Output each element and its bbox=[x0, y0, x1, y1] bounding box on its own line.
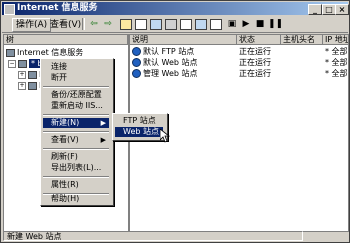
title-bar[interactable]: Internet 信息服务 _ □ × bbox=[2, 2, 349, 15]
menu-item-properties[interactable]: 属性(R) bbox=[43, 180, 109, 190]
column-header[interactable]: 主机头名 bbox=[281, 35, 323, 45]
submenu-arrow-icon: ▶ bbox=[100, 136, 106, 144]
tree-root-label: Internet 信息服务 bbox=[17, 48, 84, 57]
site-icon bbox=[132, 47, 141, 56]
site-icon bbox=[132, 69, 141, 78]
delete-icon[interactable] bbox=[165, 19, 177, 30]
menu-item-export[interactable]: 导出列表(L)... bbox=[43, 163, 109, 173]
refresh-icon[interactable] bbox=[195, 19, 207, 30]
column-header[interactable]: 说明 bbox=[130, 35, 237, 45]
minimize-button[interactable]: _ bbox=[308, 4, 322, 15]
menu-item-connect[interactable]: 连接 bbox=[43, 62, 109, 72]
show-tree-icon[interactable] bbox=[135, 19, 147, 30]
toolbar: 操作(A) 查看(V) ⇦ ⇨ ▣ ▶ ■ ❚❚ bbox=[2, 16, 348, 33]
close-button[interactable]: × bbox=[335, 4, 349, 15]
menu-item-restart[interactable]: 重新启动 IIS... bbox=[43, 101, 109, 111]
list-row-name[interactable]: 默认 FTP 站点 bbox=[132, 47, 236, 57]
menu-item-web-site[interactable]: Web 站点 bbox=[115, 127, 163, 137]
iis-icon bbox=[6, 48, 15, 57]
tree-header: 树 bbox=[4, 35, 128, 45]
collapse-icon[interactable]: − bbox=[8, 59, 16, 68]
list-row-ip: * 全部 bbox=[325, 69, 348, 78]
stop-icon[interactable]: ■ bbox=[254, 18, 266, 30]
mouse-cursor-icon bbox=[160, 129, 170, 143]
site-icon bbox=[132, 58, 141, 67]
view-menu[interactable]: 查看(V) bbox=[46, 18, 85, 32]
expand-icon[interactable]: + bbox=[18, 81, 26, 90]
list-row-status: 正在运行 bbox=[239, 58, 271, 67]
context-menu: 连接 断开 备份/还原配置 重新启动 IIS... 新建(N) ▶ 查看(V) ▶ … bbox=[40, 58, 114, 206]
menu-separator bbox=[43, 131, 109, 133]
menu-item-refresh[interactable]: 刷新(F) bbox=[43, 152, 109, 162]
menu-item-view[interactable]: 查看(V) ▶ bbox=[43, 135, 109, 145]
menu-item-backup[interactable]: 备份/还原配置 bbox=[43, 90, 109, 100]
list-row-status: 正在运行 bbox=[239, 69, 271, 78]
list-row-host bbox=[283, 69, 323, 79]
play-icon[interactable]: ▶ bbox=[240, 18, 252, 30]
app-icon bbox=[4, 4, 15, 15]
expand-icon[interactable]: + bbox=[18, 70, 26, 79]
pause-icon[interactable]: ❚❚ bbox=[268, 18, 283, 30]
menu-item-new[interactable]: 新建(N) ▶ bbox=[43, 118, 109, 128]
export-icon[interactable] bbox=[150, 19, 162, 30]
list-row-host bbox=[283, 58, 323, 68]
list-row-ip: * 全部 bbox=[325, 58, 348, 67]
folder-icon bbox=[28, 70, 37, 79]
up-folder-icon[interactable] bbox=[120, 19, 132, 30]
menu-separator bbox=[43, 176, 109, 178]
list-row-ip: * 全部 bbox=[325, 47, 348, 56]
list-row-status: 正在运行 bbox=[239, 47, 271, 56]
computer-icon[interactable]: ▣ bbox=[226, 18, 238, 30]
menu-separator bbox=[43, 114, 109, 116]
tree-root[interactable]: Internet 信息服务 bbox=[6, 48, 83, 58]
menu-item-help[interactable]: 帮助(H) bbox=[43, 195, 109, 203]
help-icon[interactable] bbox=[210, 19, 222, 30]
column-header[interactable]: IP 地址 bbox=[323, 35, 348, 45]
server-icon bbox=[18, 59, 27, 68]
properties-icon[interactable] bbox=[180, 19, 192, 30]
folder-icon bbox=[28, 81, 37, 90]
submenu-arrow-icon: ▶ bbox=[100, 119, 106, 127]
menu-item-ftp-site[interactable]: FTP 站点 bbox=[115, 116, 163, 126]
window-title: Internet 信息服务 bbox=[17, 3, 98, 13]
toolbar-separator bbox=[82, 18, 85, 30]
column-header[interactable]: 状态 bbox=[237, 35, 281, 45]
menu-separator bbox=[43, 86, 109, 88]
menu-separator bbox=[43, 148, 109, 150]
status-text: 新建 Web 站点 bbox=[3, 231, 303, 241]
list-row-host bbox=[283, 47, 323, 57]
forward-icon[interactable]: ⇨ bbox=[102, 18, 114, 30]
maximize-button[interactable]: □ bbox=[322, 4, 336, 15]
list-row-name[interactable]: 默认 Web 站点 bbox=[132, 58, 236, 68]
list-row-name[interactable]: 管理 Web 站点 bbox=[132, 69, 236, 79]
status-bar: 新建 Web 站点 bbox=[2, 231, 348, 241]
back-icon[interactable]: ⇦ bbox=[88, 18, 100, 30]
menu-item-disconnect[interactable]: 断开 bbox=[43, 73, 109, 83]
